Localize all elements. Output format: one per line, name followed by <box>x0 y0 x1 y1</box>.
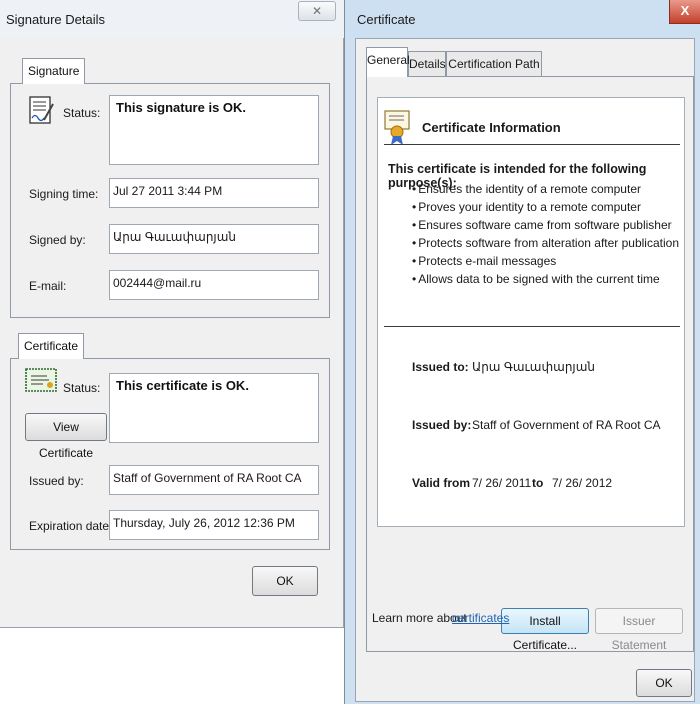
tab-general[interactable]: General <box>366 47 410 77</box>
close-icon: X <box>680 3 690 18</box>
issuer-statement-button: Issuer Statement <box>595 608 683 652</box>
email-value: 002444@mail.ru <box>113 276 202 290</box>
certificate-status-text: This certificate is OK. <box>116 378 249 393</box>
details-divider <box>384 326 680 327</box>
certificate-ok-label: OK <box>655 676 673 690</box>
signing-time-value: Jul 27 2011 3:44 PM <box>113 184 223 198</box>
purpose-item: Proves your identity to a remote compute… <box>412 200 641 214</box>
close-button[interactable]: ✕ <box>298 1 336 21</box>
certificate-group-tab: Certificate <box>18 333 85 359</box>
certificate-titlebar: Certificate X <box>345 0 700 38</box>
cert-issued-by-label: Issued by: <box>29 474 84 488</box>
signature-status-box: This signature is OK. <box>109 95 319 165</box>
certificate-group-label: Certificate <box>24 339 79 353</box>
purpose-item: Ensures software came from software publ… <box>412 218 671 232</box>
purpose-item: Protects software from alteration after … <box>412 236 679 250</box>
cert-issued-by-field[interactable]: Staff of Government of RA Root CA <box>109 465 319 495</box>
tab-general-label: General <box>367 53 410 67</box>
view-certificate-label: View Certificate <box>38 420 94 460</box>
cert-issued-by-value: Staff of Government of RA Root CA <box>113 471 302 485</box>
valid-from-value: 7/ 26/ 2011 <box>472 476 532 490</box>
signed-by-label: Signed by: <box>29 233 86 247</box>
signature-group-label: Signature <box>28 64 80 78</box>
purpose-item: Allows data to be signed with the curren… <box>412 272 659 286</box>
certificate-info-panel: Certificate Information This certificate… <box>377 97 685 527</box>
tab-certification-path[interactable]: Certification Path <box>446 51 542 77</box>
valid-to-label: to <box>532 476 544 490</box>
signature-details-dialog: Signature Details ✕ Signature Status: Th… <box>0 0 344 628</box>
view-certificate-button[interactable]: View Certificate <box>25 413 107 460</box>
signing-time-field[interactable]: Jul 27 2011 3:44 PM <box>109 178 319 208</box>
install-certificate-button[interactable]: Install Certificate... <box>501 608 589 652</box>
signature-group: Status: This signature is OK. Signing ti… <box>10 83 330 318</box>
certificate-icon <box>25 368 57 395</box>
install-certificate-label: Install Certificate... <box>512 614 578 652</box>
certificate-dialog: Certificate X General Details Certificat… <box>344 0 700 704</box>
issuer-statement-label: Issuer Statement <box>611 614 667 652</box>
valid-to-value: 7/ 26/ 2012 <box>552 476 613 490</box>
certificate-information-heading: Certificate Information <box>422 120 561 135</box>
signature-group-tab: Signature <box>22 58 86 84</box>
certificate-dialog-title: Certificate <box>357 12 416 27</box>
expiration-date-value: Thursday, July 26, 2012 12:36 PM <box>113 516 295 530</box>
certificates-link[interactable]: certificates <box>452 611 509 625</box>
purpose-list: Ensures the identity of a remote compute… <box>412 182 682 294</box>
tab-details-label: Details <box>409 57 446 71</box>
heading-divider <box>384 144 680 145</box>
certificate-content: General Details Certification Path Certi… <box>355 38 695 702</box>
ok-label: OK <box>276 574 294 588</box>
signed-by-value: Արա Գաւափարյան <box>113 230 236 244</box>
close-icon: ✕ <box>311 4 323 18</box>
expiration-date-field[interactable]: Thursday, July 26, 2012 12:36 PM <box>109 510 319 540</box>
purpose-item: Protects e-mail messages <box>412 254 556 268</box>
dialog-title: Signature Details <box>6 12 105 27</box>
email-field[interactable]: 002444@mail.ru <box>109 270 319 300</box>
issued-to-value: Արա Գաւափարյան <box>472 360 595 374</box>
tab-certification-path-label: Certification Path <box>448 57 540 71</box>
purpose-item: Ensures the identity of a remote compute… <box>412 182 641 196</box>
certificate-ok-button[interactable]: OK <box>636 669 692 697</box>
expiration-date-label: Expiration date: <box>29 519 113 533</box>
signature-status-label: Status: <box>63 106 101 120</box>
certificate-close-button[interactable]: X <box>669 0 700 24</box>
signature-status-text: This signature is OK. <box>116 100 247 115</box>
tab-details[interactable]: Details <box>408 51 446 77</box>
certificate-status-box: This certificate is OK. <box>109 373 319 443</box>
signed-by-field[interactable]: Արա Գաւափարյան <box>109 224 319 254</box>
certificate-status-label: Status: <box>63 381 101 395</box>
certificate-group: Status: This certificate is OK. View Cer… <box>10 358 330 550</box>
email-label: E-mail: <box>29 279 67 293</box>
general-tab-panel: Certificate Information This certificate… <box>366 76 694 652</box>
signing-time-label: Signing time: <box>29 187 99 201</box>
issued-by-value: Staff of Government of RA Root CA <box>472 418 661 432</box>
issued-to-label: Issued to: <box>412 360 469 374</box>
issued-by-label: Issued by: <box>412 418 472 432</box>
signature-details-titlebar: Signature Details ✕ <box>0 0 344 38</box>
ok-button[interactable]: OK <box>252 566 318 596</box>
signature-document-icon <box>29 96 55 129</box>
valid-from-label: Valid from <box>412 476 471 490</box>
